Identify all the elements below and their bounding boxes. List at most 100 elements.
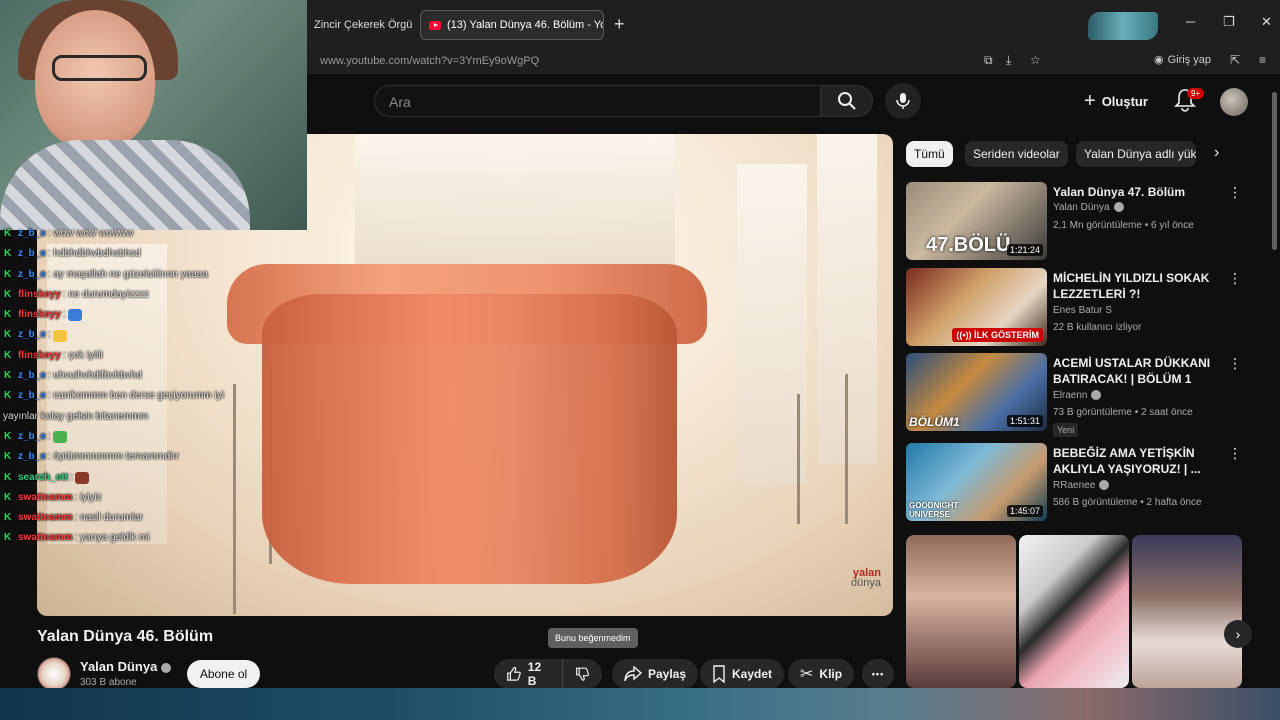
search-button[interactable] (821, 85, 873, 117)
video-thumbnail[interactable]: GOODNIGHT UNIVERSE 1:45:07 (906, 443, 1047, 521)
chat-username[interactable]: flinskeyy (18, 305, 61, 325)
recommended-video[interactable]: BÖLÜM1 1:51:31 ACEMİ USTALAR DÜKKANI BAT… (906, 353, 1256, 437)
chat-username[interactable]: swatteamm (18, 528, 72, 548)
page-scrollbar[interactable] (1272, 92, 1277, 250)
kebab-menu-icon[interactable]: ⋮ (1228, 184, 1242, 201)
chat-username[interactable]: z_b_e (18, 386, 46, 406)
more-actions-button[interactable]: ••• (862, 659, 894, 689)
voice-search-button[interactable] (885, 83, 921, 119)
chat-username[interactable]: z_b_e (18, 447, 46, 467)
chat-username[interactable]: z_b_e (18, 366, 46, 386)
chat-message: Kswatteamm: nasil durumlar (0, 508, 260, 528)
chat-username[interactable]: z_b_e (18, 265, 46, 285)
kebab-menu-icon[interactable]: ⋮ (1228, 445, 1242, 462)
profile-icon: ◉ (1154, 54, 1164, 66)
shorts-next-button[interactable]: › (1224, 620, 1252, 648)
download-icon[interactable]: ⤓ (1006, 53, 1011, 68)
login-button[interactable]: ◉ Giriş yap (1154, 53, 1211, 67)
recommended-title[interactable]: BEBEĞİZ AMA YETİŞKİN AKLIYLA YAŞIYORUZ! … (1053, 445, 1223, 477)
chat-text: : (70, 471, 73, 483)
recommended-title[interactable]: Yalan Dünya 47. Bölüm (1053, 184, 1223, 200)
channel-avatar[interactable] (37, 657, 71, 691)
shorts-thumbnail[interactable] (1132, 535, 1242, 688)
chat-text: : nasil durumlar (74, 512, 143, 524)
recommended-channel[interactable]: Elraenn (1053, 390, 1102, 401)
chat-text: yayınlar kolay gelsin bitanemmm (3, 410, 149, 422)
like-count: 12 B (527, 660, 542, 688)
save-button[interactable]: Kaydet (700, 659, 785, 689)
video-thumbnail[interactable]: ((•)) İLK GÖSTERİM (906, 268, 1047, 346)
chat-message: Kz_b_e: (0, 427, 260, 447)
chip-series[interactable]: Seriden videolar (965, 141, 1068, 167)
search-input[interactable]: Ara (374, 85, 821, 117)
recommended-channel[interactable]: Enes Batur S (1053, 305, 1112, 316)
share-button[interactable]: Paylaş (612, 659, 699, 689)
clip-button[interactable]: ✂ Klip (788, 659, 855, 689)
new-tab-button[interactable]: + (614, 14, 625, 35)
thumbs-up-icon (507, 666, 521, 681)
create-label: Oluştur (1101, 94, 1148, 109)
tab-active[interactable]: (13) Yalan Dünya 46. Bölüm - Yo ✕ (420, 10, 604, 40)
chat-username[interactable]: z_b_e (18, 325, 46, 345)
shorts-thumbnail[interactable] (1019, 535, 1129, 688)
kebab-menu-icon[interactable]: ⋮ (1228, 355, 1242, 372)
chat-text: : ne durumdayizzzz (62, 288, 149, 300)
chat-username[interactable]: search_ett (18, 468, 68, 488)
tab-inactive[interactable]: Zincir Çekerek Örgü ✕ (306, 10, 416, 40)
maximize-icon[interactable]: ❐ (1223, 14, 1235, 30)
video-duration: 1:45:07 (1006, 505, 1043, 517)
browser-menu-icon[interactable]: ≡ (1259, 53, 1266, 67)
chip-channel-uploads[interactable]: Yalan Dünya adlı yükl (1076, 141, 1196, 167)
recommended-title[interactable]: ACEMİ USTALAR DÜKKANI BATIRACAK! | BÖLÜM… (1053, 355, 1223, 387)
chat-username[interactable]: flinskeyy (18, 346, 61, 366)
account-avatar[interactable] (1220, 88, 1248, 116)
minimize-icon[interactable]: ─ (1186, 14, 1195, 29)
chevron-right-icon[interactable]: › (1214, 144, 1219, 162)
url-field[interactable]: www.youtube.com/watch?v=3YmEy9oWgPQ (320, 55, 539, 67)
chat-message: Kz_b_e: uhvuihvhdifbvhbvhd (0, 366, 260, 386)
bookmark-icon (713, 665, 725, 683)
chat-username[interactable]: swatteamm (18, 508, 72, 528)
chat-emote-icon (67, 309, 82, 322)
video-duration: 1:21:24 (1006, 244, 1043, 256)
tab-close-icon[interactable]: ✕ (412, 18, 416, 32)
thumbs-down-icon (576, 667, 590, 681)
create-button[interactable]: + Oluştur (1084, 90, 1148, 113)
kebab-menu-icon[interactable]: ⋮ (1228, 270, 1242, 287)
recommended-video[interactable]: 47.BÖLÜ 1:21:24 Yalan Dünya 47. Bölüm Ya… (906, 182, 1256, 262)
kick-badge-icon: K (4, 512, 12, 524)
verified-icon (1099, 480, 1110, 491)
chat-username[interactable]: flinskeyy (18, 285, 61, 305)
video-thumbnail[interactable]: 47.BÖLÜ 1:21:24 (906, 182, 1047, 260)
recommended-title[interactable]: MİCHELİN YILDIZLI SOKAK LEZZETLERİ ?! (1053, 270, 1223, 302)
share-icon (624, 666, 642, 682)
chat-message: Kz_b_e: (0, 325, 260, 345)
recommended-channel[interactable]: RRaenee (1053, 480, 1110, 491)
channel-text: Yalan Dünya (1053, 202, 1110, 213)
recommended-channel[interactable]: Yalan Dünya (1053, 202, 1124, 213)
window-close-icon[interactable]: ✕ (1261, 14, 1272, 30)
kick-badge-icon: K (4, 390, 12, 402)
chat-text: : çok iyiiii (62, 349, 103, 361)
recommended-video[interactable]: ((•)) İLK GÖSTERİM MİCHELİN YILDIZLI SOK… (906, 268, 1256, 348)
chat-username[interactable]: swatteamm (18, 488, 72, 508)
subscriber-count: 303 B abone (80, 677, 137, 688)
chip-all[interactable]: Tümü (906, 141, 953, 167)
shorts-thumbnail[interactable] (906, 535, 1016, 688)
install-app-icon[interactable]: ⧉ (984, 53, 993, 68)
channel-name[interactable]: Yalan Dünya (80, 659, 172, 674)
like-button[interactable]: 12 B (494, 659, 562, 689)
dislike-button[interactable] (562, 659, 602, 689)
chat-username[interactable]: z_b_e (18, 427, 46, 447)
clip-label: Klip (819, 667, 843, 681)
chat-username[interactable]: z_b_e (18, 244, 46, 264)
recommended-video[interactable]: GOODNIGHT UNIVERSE 1:45:07 BEBEĞİZ AMA Y… (906, 443, 1256, 523)
video-thumbnail[interactable]: BÖLÜM1 1:51:31 (906, 353, 1047, 431)
chat-username[interactable]: z_b_e (18, 224, 46, 244)
subscribe-button[interactable]: Abone ol (187, 660, 260, 688)
bookmark-star-icon[interactable]: ☆ (1030, 53, 1041, 67)
theme-mascot-image (1088, 12, 1158, 40)
chat-message: Kz_b_e: hdbhdbhvbdhsbhsd (0, 244, 260, 264)
kick-badge-icon: K (4, 451, 12, 463)
extensions-icon[interactable]: ⇱ (1230, 53, 1240, 67)
